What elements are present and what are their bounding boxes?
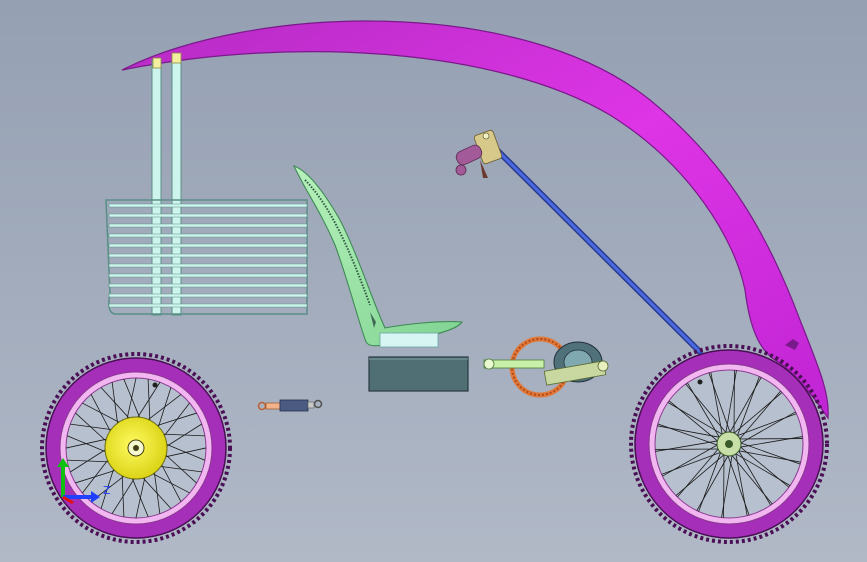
front-basket[interactable] bbox=[105, 199, 308, 315]
crankset-motor[interactable] bbox=[483, 336, 609, 398]
battery-box[interactable] bbox=[368, 356, 469, 392]
shock-absorber[interactable] bbox=[257, 399, 323, 412]
cad-viewport[interactable]: Z bbox=[0, 0, 867, 562]
handlebar-throttle[interactable] bbox=[454, 129, 503, 178]
z-axis-label: Z bbox=[103, 484, 111, 497]
cad-model-scene[interactable]: Z bbox=[0, 0, 867, 562]
front-wheel[interactable] bbox=[40, 352, 232, 544]
seat[interactable] bbox=[292, 165, 463, 348]
